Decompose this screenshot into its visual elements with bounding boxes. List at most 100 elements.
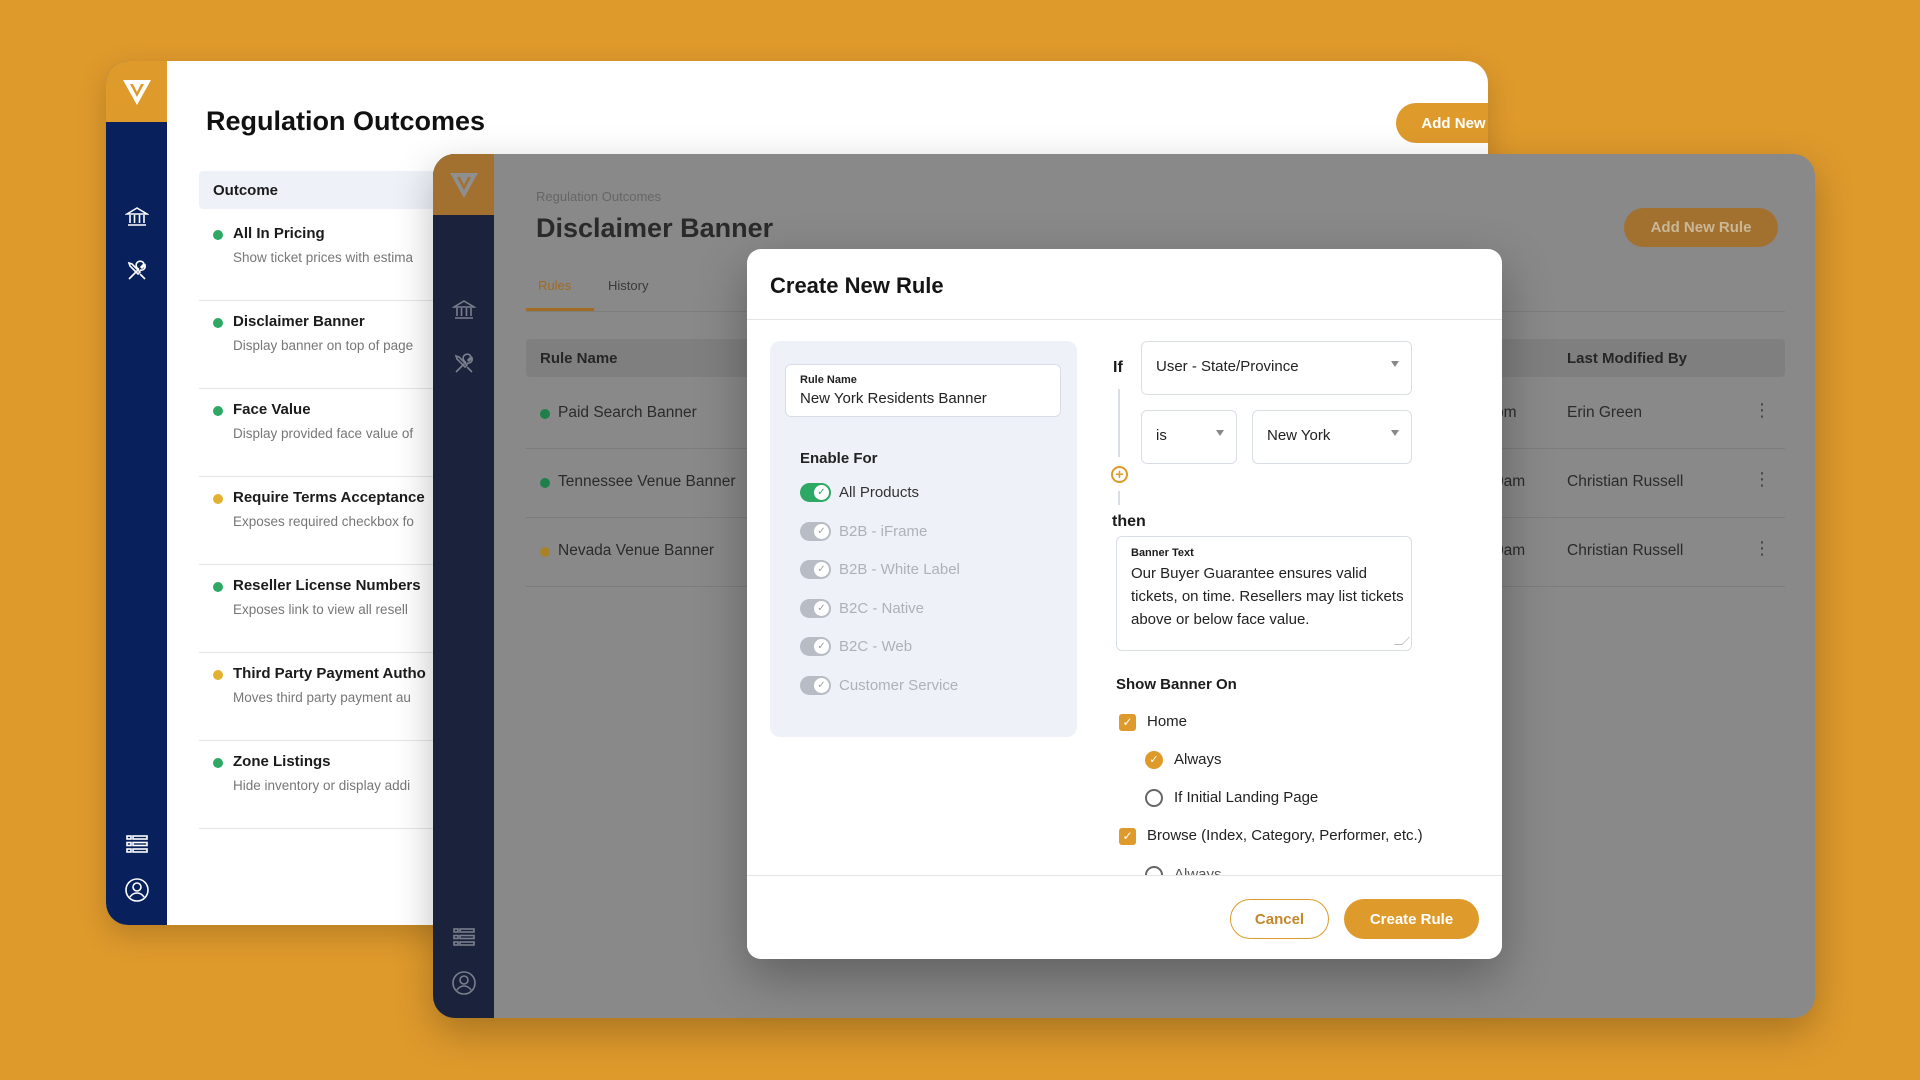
always-label: Always	[1174, 751, 1222, 768]
browse-label: Browse (Index, Category, Performer, etc.…	[1147, 827, 1423, 844]
condition-field-select[interactable]: User - State/Province	[1141, 341, 1412, 395]
status-dot	[540, 547, 550, 557]
check-icon: ✓	[814, 677, 829, 693]
toggle-label: B2B - White Label	[839, 561, 960, 578]
check-icon: ✓	[814, 485, 829, 500]
logo-icon[interactable]	[106, 61, 167, 122]
add-new-button[interactable]: Add New	[1396, 103, 1488, 143]
divider	[747, 875, 1502, 876]
chevron-down-icon	[1391, 361, 1399, 367]
toggle-label: B2B - iFrame	[839, 522, 928, 540]
outcome-description: Display banner on top of page	[233, 338, 414, 353]
chevron-down-icon	[1391, 430, 1399, 436]
toggle-switch[interactable]: ✓	[800, 598, 831, 618]
rule-name-value[interactable]: New York Residents Banner	[800, 390, 987, 407]
condition-field-value: User - State/Province	[1156, 358, 1299, 375]
status-dot	[213, 318, 223, 328]
connector-line	[1118, 491, 1120, 505]
rule-name: Nevada Venue Banner	[558, 542, 714, 559]
user-icon[interactable]	[433, 963, 494, 1003]
toggle-label: Customer Service	[839, 676, 959, 694]
rule-name-field[interactable]: Rule Name New York Residents Banner	[785, 364, 1061, 417]
more-vert-icon[interactable]: ⋮	[1753, 400, 1771, 421]
if-label: If	[1113, 359, 1123, 376]
condition-value: New York	[1267, 427, 1331, 444]
rule-name: Tennessee Venue Banner	[558, 473, 736, 490]
outcome-name: All In Pricing	[233, 225, 325, 242]
tools-icon[interactable]	[106, 251, 167, 291]
breadcrumb[interactable]: Regulation Outcomes	[536, 189, 661, 204]
logo-icon[interactable]	[433, 154, 494, 215]
list-icon[interactable]	[433, 917, 494, 957]
outcome-description: Moves third party payment au	[233, 690, 411, 705]
check-icon: ✓	[814, 562, 829, 577]
outcome-name: Require Terms Acceptance	[233, 489, 425, 506]
initial-landing-radio[interactable]	[1145, 789, 1163, 807]
enable-for-label: Enable For	[800, 450, 878, 467]
toggle-switch[interactable]: ✓	[800, 675, 831, 695]
rule-settings-panel: Rule Name New York Residents Banner Enab…	[770, 341, 1077, 737]
check-icon: ✓	[814, 639, 829, 654]
tab-history[interactable]: History	[608, 278, 648, 293]
check-icon: ✓	[814, 600, 829, 616]
user-icon[interactable]	[106, 870, 167, 910]
more-vert-icon[interactable]: ⋮	[1753, 538, 1771, 559]
outcome-description: Show ticket prices with estima	[233, 250, 414, 265]
rule-name-header: Rule Name	[540, 350, 618, 367]
modified-by: Christian Russell	[1567, 542, 1684, 559]
status-dot	[213, 582, 223, 592]
bank-icon[interactable]	[106, 197, 167, 237]
create-rule-button[interactable]: Create Rule	[1344, 899, 1479, 939]
plus-circle-icon[interactable]: +	[1111, 466, 1128, 483]
show-banner-on-label: Show Banner On	[1116, 676, 1237, 693]
outcome-name: Disclaimer Banner	[233, 313, 365, 330]
outcome-name: Zone Listings	[233, 753, 331, 770]
toggle-label: B2C - Web	[839, 638, 913, 655]
page-title: Disclaimer Banner	[536, 213, 774, 243]
outcome-description: Exposes required checkbox fo	[233, 514, 414, 529]
status-dot	[213, 406, 223, 416]
outcome-name: Face Value	[233, 401, 311, 418]
toggle-switch[interactable]: ✓	[800, 521, 831, 541]
banner-text-label: Banner Text	[1131, 547, 1194, 559]
banner-text-value[interactable]: Our Buyer Guarantee ensures valid ticket…	[1131, 562, 1407, 631]
toggle-switch[interactable]: ✓	[800, 637, 831, 656]
page-title: Regulation Outcomes	[206, 106, 486, 136]
rule-name: Paid Search Banner	[558, 404, 697, 421]
toggle-switch[interactable]: ✓	[800, 560, 831, 579]
modified-by: Christian Russell	[1567, 473, 1684, 490]
list-icon[interactable]	[106, 824, 167, 864]
status-dot	[213, 670, 223, 680]
initial-landing-label: If Initial Landing Page	[1174, 789, 1319, 806]
always-radio[interactable]: ✓	[1145, 751, 1163, 769]
chevron-down-icon	[1216, 430, 1224, 436]
dialog-title: Create New Rule	[770, 273, 944, 298]
toggle-switch[interactable]: ✓	[800, 483, 831, 502]
resize-handle[interactable]	[1394, 637, 1410, 645]
rule-name-label: Rule Name	[800, 374, 857, 386]
outcome-name: Reseller License Numbers	[233, 577, 421, 594]
check-icon: ✓	[814, 523, 829, 539]
divider	[747, 319, 1502, 320]
sidebar	[433, 154, 494, 1018]
home-checkbox[interactable]: ✓	[1119, 714, 1136, 731]
cancel-button[interactable]: Cancel	[1230, 899, 1329, 939]
toggle-label: B2C - Native	[839, 599, 925, 617]
bank-icon[interactable]	[433, 290, 494, 330]
condition-value-select[interactable]: New York	[1252, 410, 1412, 464]
connector-line	[1118, 389, 1120, 457]
operator-value: is	[1156, 427, 1167, 444]
modified-by: Erin Green	[1567, 404, 1642, 421]
tab-rules[interactable]: Rules	[538, 278, 571, 293]
add-new-rule-button[interactable]: Add New Rule	[1624, 208, 1778, 247]
status-dot	[213, 230, 223, 240]
dialog-footer: Cancel Create Rule	[747, 876, 1502, 959]
status-dot	[540, 409, 550, 419]
browse-checkbox[interactable]: ✓	[1119, 828, 1136, 845]
last-modified-by-header: Last Modified By	[1567, 350, 1688, 367]
tools-icon[interactable]	[433, 344, 494, 384]
more-vert-icon[interactable]: ⋮	[1753, 469, 1771, 490]
operator-select[interactable]: is	[1141, 410, 1237, 464]
banner-text-field[interactable]: Banner Text Our Buyer Guarantee ensures …	[1116, 536, 1412, 651]
toggle-label: All Products	[839, 484, 920, 501]
